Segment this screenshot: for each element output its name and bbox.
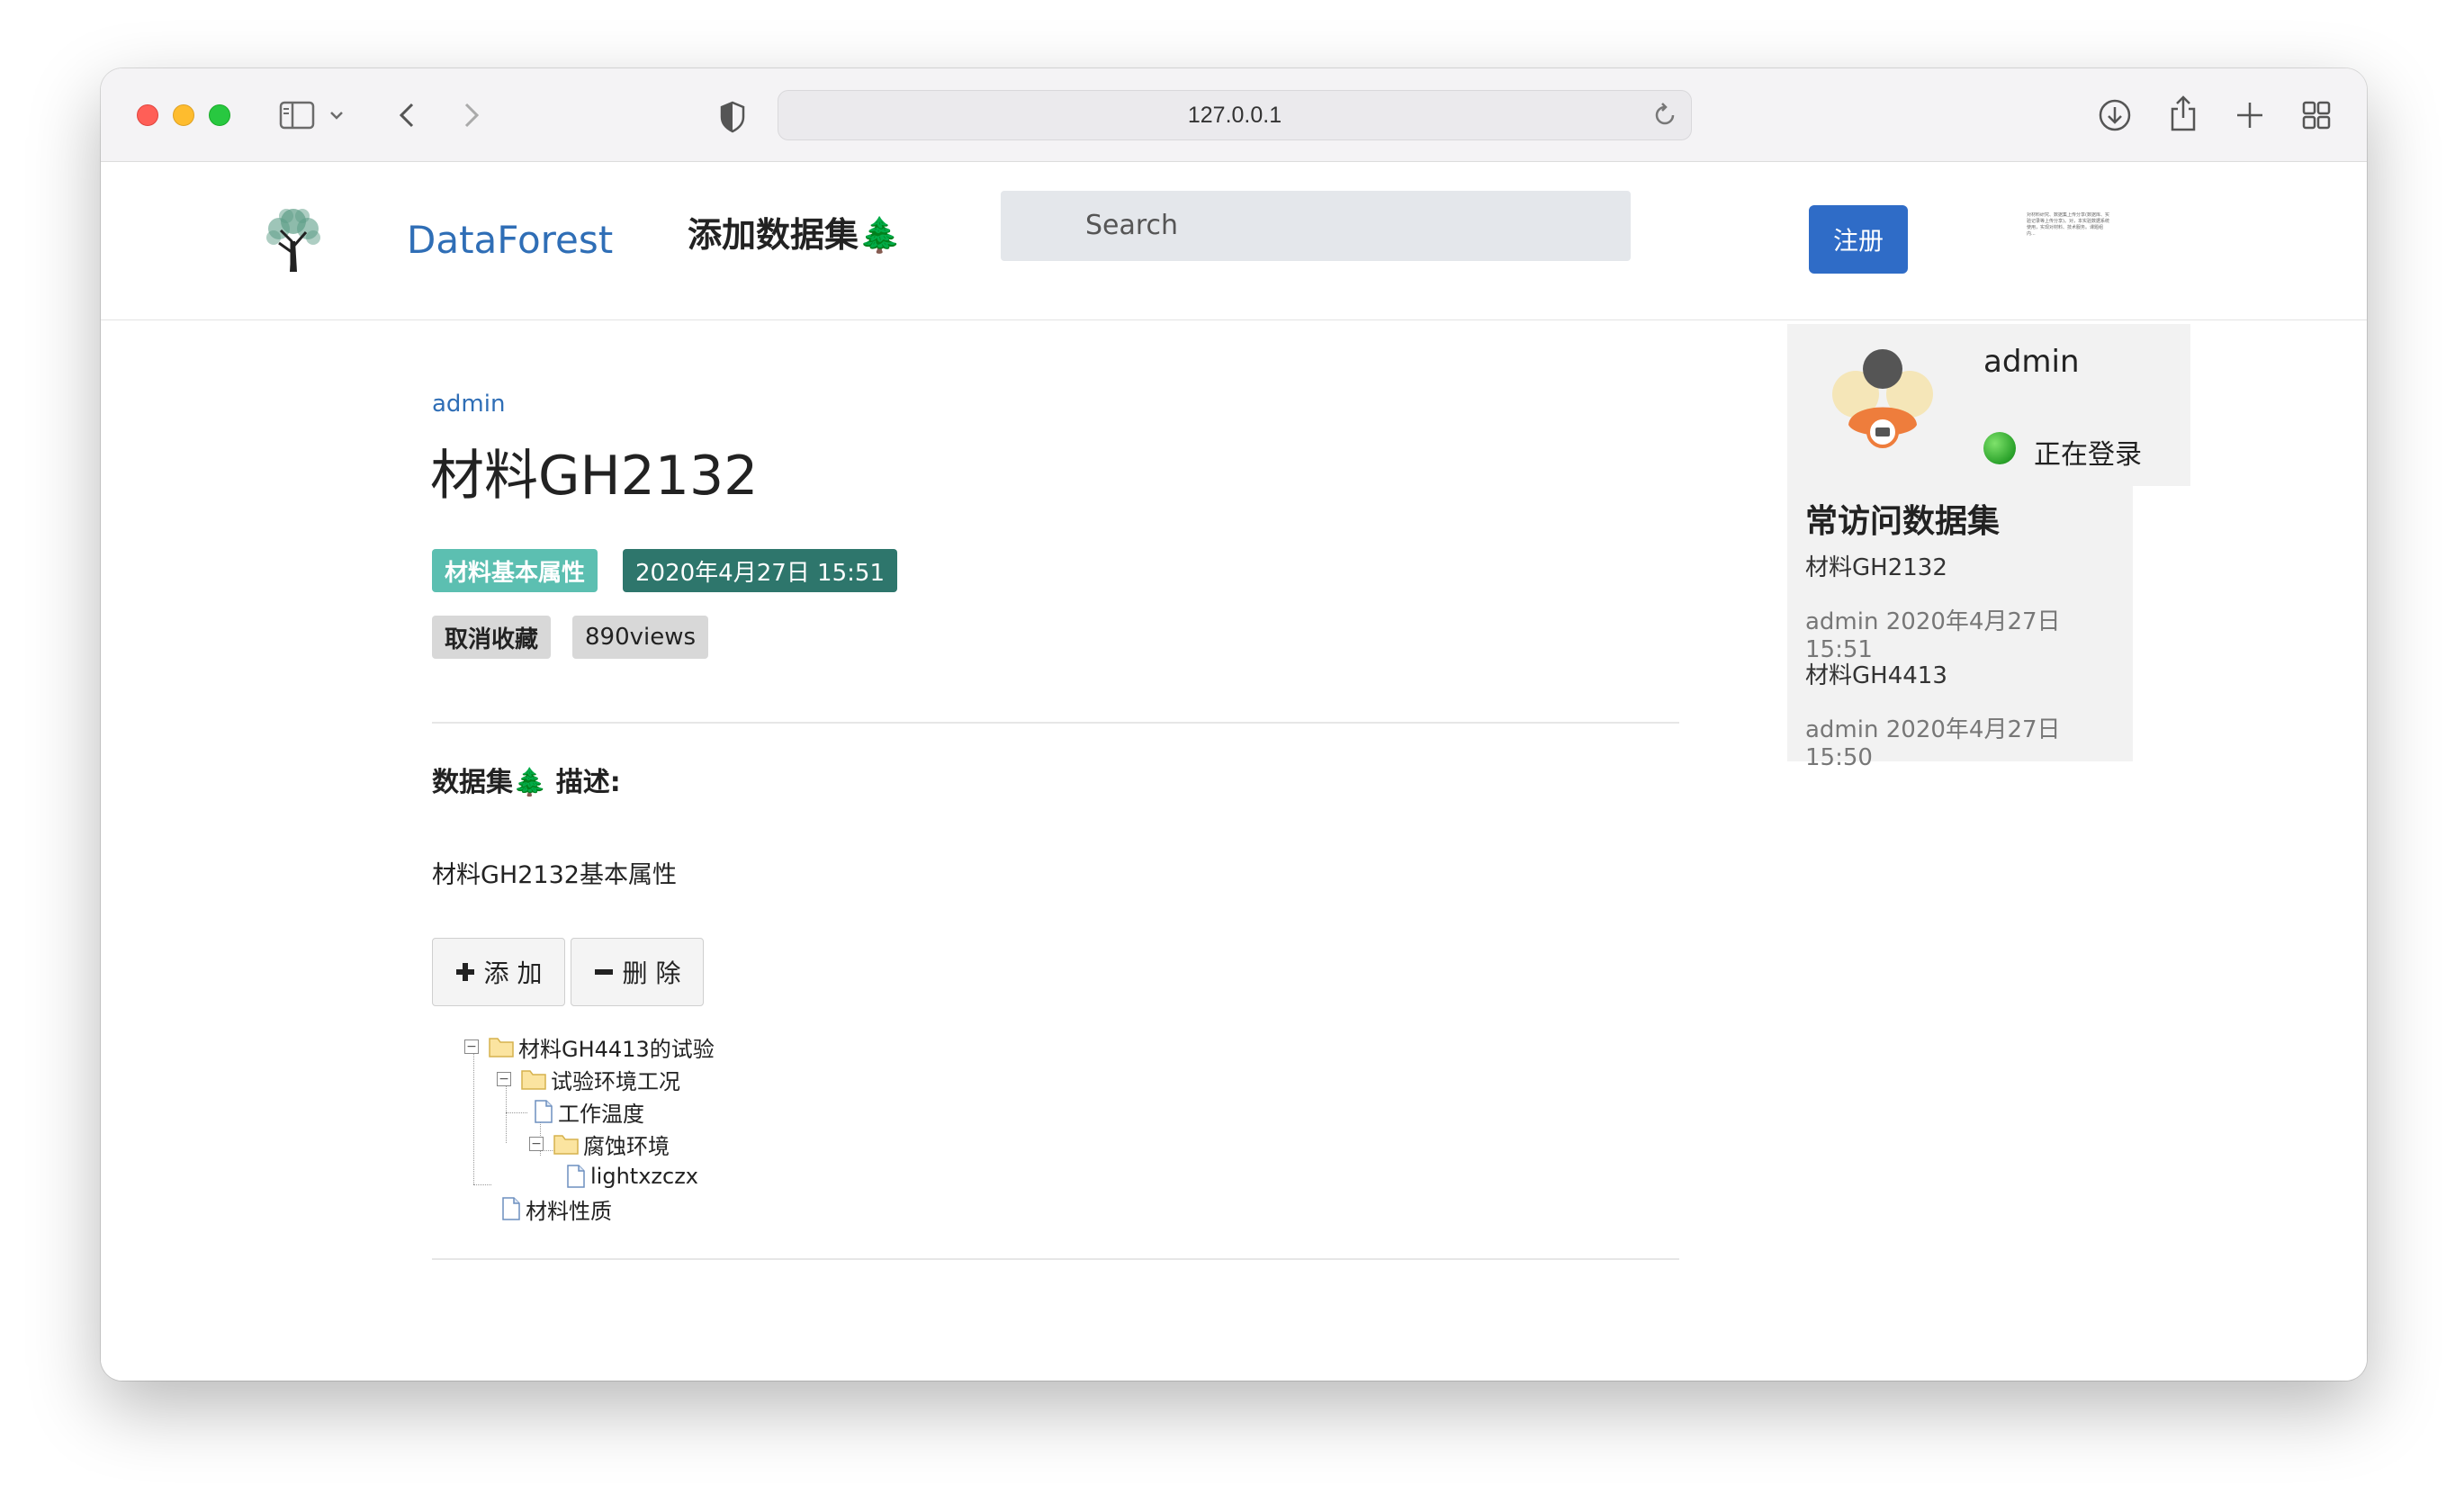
- divider: [432, 1258, 1679, 1260]
- add-node-label: 添 加: [483, 958, 543, 988]
- tree-node-label: lightxzczx: [590, 1164, 698, 1189]
- tree-node-label: 试验环境工况: [551, 1068, 680, 1094]
- folder-icon: [521, 1070, 546, 1090]
- zoom-window-button[interactable]: [209, 104, 230, 126]
- tree-node[interactable]: 材料性质: [500, 1193, 612, 1224]
- unfavorite-button[interactable]: 取消收藏: [432, 616, 552, 659]
- tree-node[interactable]: − 试验环境工况: [497, 1064, 680, 1094]
- share-icon[interactable]: [2165, 94, 2201, 133]
- online-status-icon: [1983, 432, 2016, 464]
- search-placeholder: Search: [1085, 210, 1179, 241]
- tree-node[interactable]: lightxzczx: [565, 1161, 698, 1192]
- folder-icon: [489, 1038, 514, 1058]
- tree-node[interactable]: − 腐蚀环境: [529, 1129, 670, 1159]
- chevron-down-icon[interactable]: [328, 106, 346, 124]
- close-window-button[interactable]: [137, 104, 158, 126]
- address-text: 127.0.0.1: [1187, 102, 1282, 128]
- file-icon: [567, 1165, 585, 1188]
- web-page: DataForest 添加数据集🌲 Search 注册 对材料研究、数据集上传分…: [101, 162, 2367, 1381]
- add-dataset-link[interactable]: 添加数据集🌲: [688, 207, 901, 256]
- file-icon: [502, 1197, 520, 1220]
- delete-node-label: 删 除: [622, 958, 681, 988]
- category-badge[interactable]: 材料基本属性: [432, 549, 598, 592]
- frequent-dataset-meta: admin 2020年4月27日 15:50: [1805, 711, 2133, 771]
- frequent-dataset-author: admin: [1805, 716, 1879, 743]
- minus-icon: [594, 969, 613, 975]
- author-link[interactable]: admin: [432, 391, 505, 418]
- download-icon[interactable]: [2097, 97, 2133, 133]
- address-bar[interactable]: 127.0.0.1: [778, 90, 1692, 140]
- tree-node[interactable]: − 材料GH4413的试验: [464, 1031, 715, 1062]
- description-heading: 数据集🌲 描述:: [432, 767, 621, 798]
- frequent-datasets-title: 常访问数据集: [1805, 503, 2001, 540]
- minimize-window-button[interactable]: [173, 104, 194, 126]
- tree-node[interactable]: 工作温度: [533, 1096, 644, 1127]
- collapse-icon[interactable]: −: [464, 1040, 479, 1054]
- new-tab-icon[interactable]: [2232, 97, 2268, 133]
- sidebar-toggle-icon[interactable]: [277, 99, 317, 131]
- tree-node-label: 材料性质: [526, 1198, 612, 1224]
- collapse-icon[interactable]: −: [529, 1137, 544, 1151]
- frequent-dataset-author: admin: [1805, 608, 1879, 635]
- views-badge: 890views: [572, 616, 709, 659]
- tree-logo-icon[interactable]: [259, 202, 328, 274]
- frequent-dataset-meta: admin 2020年4月27日 15:51: [1805, 603, 2133, 663]
- login-status: 正在登录: [2034, 439, 2142, 471]
- add-node-button[interactable]: 添 加: [432, 938, 565, 1006]
- plus-icon: [455, 963, 474, 981]
- reload-icon[interactable]: [1651, 102, 1678, 135]
- username: admin: [1983, 344, 2080, 380]
- tree-node-label: 材料GH4413的试验: [518, 1036, 715, 1062]
- brand-name[interactable]: DataForest: [407, 218, 613, 262]
- date-badge: 2020年4月27日 15:51: [623, 549, 897, 592]
- browser-toolbar: 127.0.0.1: [101, 68, 2367, 162]
- register-button[interactable]: 注册: [1809, 205, 1908, 274]
- site-navbar: DataForest 添加数据集🌲 Search 注册 对材料研究、数据集上传分…: [101, 162, 2367, 320]
- page-title: 材料GH2132: [430, 445, 759, 508]
- folder-icon: [553, 1135, 579, 1155]
- file-icon: [535, 1100, 553, 1123]
- user-card: admin 正在登录: [1787, 324, 2190, 486]
- description-text: 材料GH2132基本属性: [432, 861, 677, 889]
- back-icon[interactable]: [391, 99, 423, 131]
- divider: [432, 722, 1679, 724]
- frequent-datasets-panel: 常访问数据集 材料GH2132 admin 2020年4月27日 15:51 材…: [1787, 486, 2133, 771]
- delete-node-button[interactable]: 删 除: [571, 938, 704, 1006]
- collapse-icon[interactable]: −: [497, 1072, 511, 1086]
- site-tiny-note: 对材料研究、数据集上传分享(数据库、实验记录等上传分享)。对，本实验数据系统使用…: [2027, 212, 2109, 237]
- frequent-dataset-link[interactable]: 材料GH4413: [1805, 657, 1947, 690]
- browser-window: 127.0.0.1 DataForest 添加数据集🌲 Search 注册 对材…: [101, 68, 2367, 1381]
- tab-overview-icon[interactable]: [2298, 97, 2334, 133]
- shield-icon[interactable]: [716, 99, 749, 135]
- tree-node-label: 工作温度: [558, 1101, 644, 1127]
- frequent-dataset-link[interactable]: 材料GH2132: [1805, 549, 1947, 582]
- tree-node-label: 腐蚀环境: [583, 1133, 670, 1159]
- search-input[interactable]: Search: [1001, 191, 1631, 261]
- avatar[interactable]: [1820, 338, 1946, 464]
- forward-icon[interactable]: [455, 99, 488, 131]
